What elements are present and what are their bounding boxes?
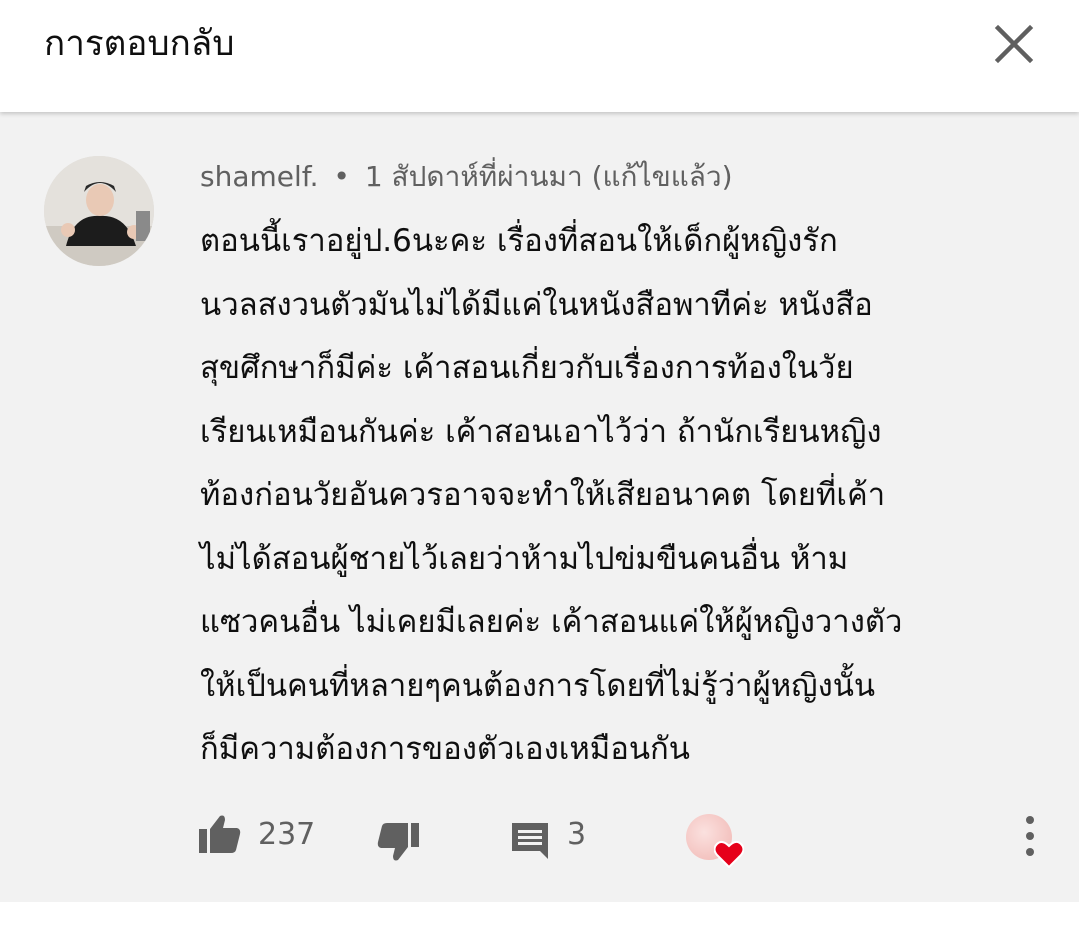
avatar-image <box>44 156 154 266</box>
replies-header: การตอบกลับ <box>0 0 1079 112</box>
page-title: การตอบกลับ <box>44 24 235 64</box>
dislike-button[interactable] <box>376 822 420 862</box>
close-button[interactable] <box>990 20 1038 68</box>
comment-body: ตอนนี้เราอยู่ป.6นะคะ เรื่องที่สอนให้เด็ก… <box>200 210 1050 782</box>
thumbs-down-icon <box>377 823 419 861</box>
comment-icon <box>512 823 548 859</box>
comment-line: นวลสงวนตัวมันไม่ได้มีแค่ในหนังสือพาทีค่ะ… <box>200 286 873 323</box>
like-button[interactable] <box>198 814 242 854</box>
comment-line: เรียนเหมือนกันค่ะ เค้าสอนเอาไว้ว่า ถ้านั… <box>200 413 882 450</box>
comment-line: ไม่ได้สอนผู้ชายไว้เลยว่าห้ามไปข่มขืนคนอื… <box>200 540 849 577</box>
thumbs-up-icon <box>199 815 241 853</box>
close-icon <box>994 24 1034 64</box>
comment-timestamp: 1 สัปดาห์ที่ผ่านมา (แก้ไขแล้ว) <box>364 160 733 193</box>
comment-line: ให้เป็นคนที่หลายๆคนต้องการโดยที่ไม่รู้ว่… <box>200 667 876 704</box>
comment-line: แซวคนอื่น ไม่เคยมีเลยค่ะ เค้าสอนแค่ให้ผู… <box>200 604 903 640</box>
avatar[interactable] <box>44 156 154 266</box>
comment-line: ก็มีความต้องการของตัวเองเหมือนกัน <box>200 731 690 767</box>
comment-line: ตอนนี้เราอยู่ป.6นะคะ เรื่องที่สอนให้เด็ก… <box>200 223 838 259</box>
more-options-button[interactable] <box>1014 812 1046 862</box>
reply-button[interactable] <box>510 821 550 859</box>
comment-line: สุขศึกษาก็มีค่ะ เค้าสอนเกี่ยวกับเรื่องกา… <box>200 350 854 386</box>
reply-count: 3 <box>567 817 587 852</box>
meta-separator: • <box>333 160 350 193</box>
comment-author[interactable]: shamelf. <box>200 160 319 193</box>
comment-meta: shamelf. • 1 สัปดาห์ที่ผ่านมา (แก้ไขแล้ว… <box>200 158 733 196</box>
like-count: 237 <box>258 817 316 852</box>
heart-icon <box>714 840 744 868</box>
comment-line: ท้องก่อนวัยอันควรอาจจะทำให้เสียอนาคต โดย… <box>200 477 886 513</box>
more-vertical-icon <box>1026 816 1034 856</box>
